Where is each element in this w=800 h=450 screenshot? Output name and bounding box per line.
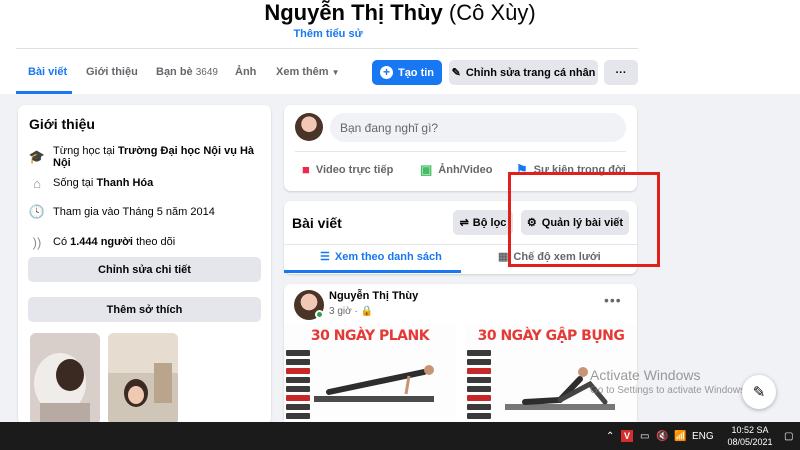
active-tab-indicator [16,91,72,94]
tab-list-view[interactable]: ☰ Xem theo danh sách [320,250,442,264]
photo-icon: ▣ [420,162,433,177]
filter-button[interactable]: ⇌ Bộ lọc [453,210,513,235]
more-options-button[interactable]: ··· [604,60,638,85]
composer-input[interactable]: Bạn đang nghĩ gì? [330,113,626,142]
chevron-down-icon: ▼ [331,68,340,77]
chat-icon[interactable]: ▭ [640,422,649,450]
profile-name-line: Nguyễn Thị Thùy (Cô Xùy) [0,0,800,26]
graduation-cap-icon: 🎓 [28,149,46,164]
photo-video-button[interactable]: ▣ Ảnh/Video [420,162,493,178]
tab-photos[interactable]: Ảnh [235,66,256,78]
new-message-button[interactable]: ✎ [742,375,776,409]
post-image[interactable]: 30 NGÀY PLANK [284,324,456,424]
rss-icon: )) [32,234,42,250]
posts-title: Bài viết [292,215,342,231]
active-view-indicator [284,270,461,273]
taskbar: ⌃ V ▭ 🔇 📶 ENG 10:52 SA 08/05/2021 ▢ [0,422,800,450]
mute-icon[interactable]: 🔇 [656,422,668,450]
video-camera-icon: ■ [302,162,310,177]
intro-photo[interactable] [108,333,178,425]
list-icon: ☰ [320,251,330,263]
pencil-icon: ✎ [451,67,461,79]
post-card: Nguyễn Thị Thùy 3 giờ · 🔒 ••• 30 NGÀY PL… [284,284,637,424]
activate-windows-subtitle: Go to Settings to activate Windows. [590,385,748,396]
compose-icon: ✎ [752,384,766,401]
tab-about[interactable]: Giới thiệu [86,66,138,78]
profile-header: Nguyễn Thị Thùy (Cô Xùy) Thêm tiểu sử Bà… [0,0,800,94]
online-status-dot [315,310,324,319]
add-story-button[interactable]: + Tạo tin [372,60,442,85]
ellipsis-icon: ··· [615,66,627,79]
intro-photo[interactable] [30,333,100,425]
intro-card: Giới thiệu 🎓 Từng học tại Trường Đại học… [18,105,271,425]
post-author[interactable]: Nguyễn Thị Thùy [329,290,418,302]
post-timestamp[interactable]: 3 giờ · 🔒 [329,306,373,317]
live-video-button[interactable]: ■ Video trực tiếp [302,162,393,177]
language-indicator[interactable]: ENG [692,422,714,450]
sliders-icon: ⇌ [459,217,469,229]
tab-more[interactable]: Xem thêm ▼ [276,66,340,78]
post-options-button[interactable]: ••• [604,292,622,308]
add-bio-link[interactable]: Thêm tiểu sử [0,28,656,40]
header-divider [16,48,638,49]
intro-followers: )) Có 1.444 người theo dõi [29,234,176,250]
edit-profile-button[interactable]: ✎ Chỉnh sửa trang cá nhân [449,60,598,85]
tab-friends[interactable]: Bạn bè 3649 [156,66,218,78]
plank-figure [314,365,434,402]
lock-icon: 🔒 [360,306,374,317]
chevron-up-icon[interactable]: ⌃ [606,422,614,450]
add-story-label: Tạo tin [397,66,435,79]
composer-divider [295,151,626,152]
antivirus-icon[interactable]: V [621,422,633,450]
clock-date: 08/05/2021 [727,437,773,447]
friends-count: 3649 [195,67,218,78]
intro-joined: 🕓 Tham gia vào Tháng 5 năm 2014 [28,204,215,219]
city-link[interactable]: Thanh Hóa [96,177,153,189]
profile-name: Nguyễn Thị Thùy [264,0,443,25]
profile-nickname: (Cô Xùy) [448,0,536,25]
edit-details-button[interactable]: Chỉnh sửa chi tiết [28,257,261,282]
grid-icon: ▦ [498,251,509,263]
clock-icon: 🕓 [28,204,46,219]
followers-link[interactable]: 1.444 người [70,236,133,248]
intro-title: Giới thiệu [29,116,95,132]
clock-time: 10:52 SA [731,425,769,435]
tab-posts[interactable]: Bài viết [28,66,67,78]
intro-location: ⌂ Sống tại Thanh Hóa [29,175,153,191]
clock[interactable]: 10:52 SA 08/05/2021 [718,424,782,448]
highlight-box [508,172,660,267]
plus-circle-icon: + [379,66,393,79]
add-hobbies-button[interactable]: Thêm sở thích [28,297,261,322]
home-icon: ⌂ [33,175,41,191]
avatar[interactable] [295,113,323,141]
edit-profile-label: Chỉnh sửa trang cá nhân [465,66,596,79]
network-icon[interactable]: 📶 [674,422,686,450]
intro-education: 🎓 Từng học tại Trường Đại học Nội vụ Hà … [28,145,255,169]
notification-icon[interactable]: ▢ [784,422,793,450]
activate-windows-title: Activate Windows [590,367,701,383]
